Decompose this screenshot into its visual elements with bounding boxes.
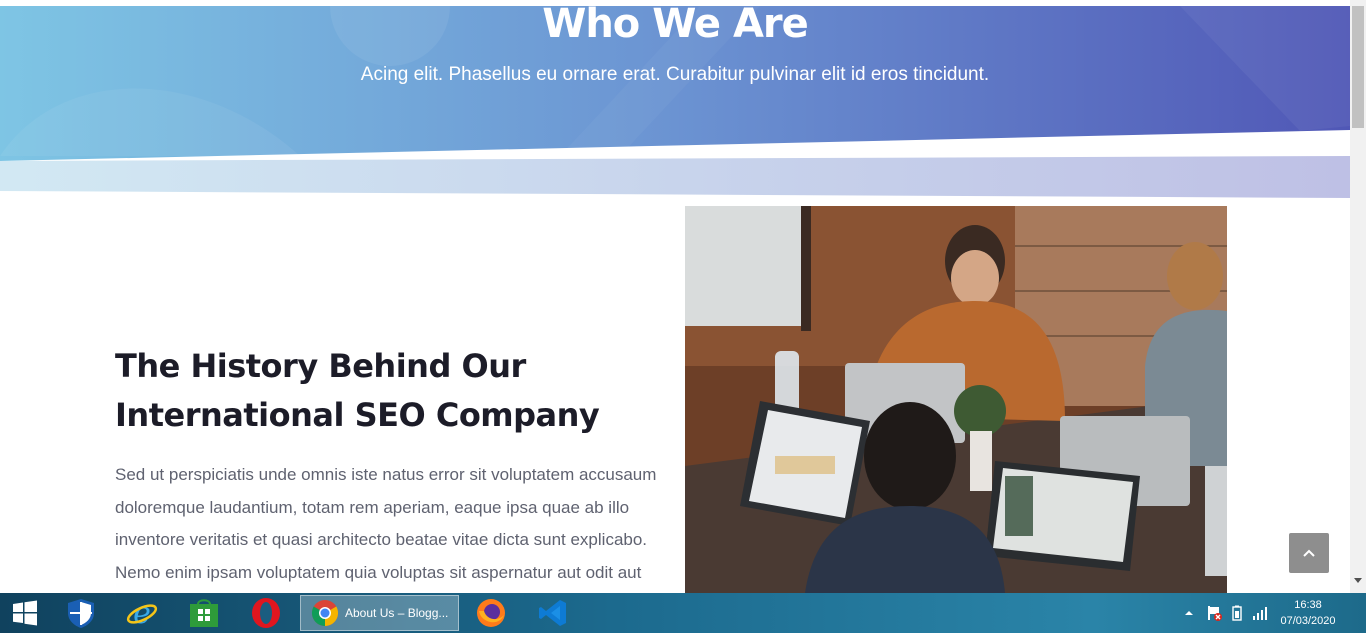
paragraph-line: doloremque laudantium, totam rem aperiam… <box>115 497 630 517</box>
taskbar-app-store[interactable] <box>180 593 228 633</box>
taskbar-app-ie[interactable]: e <box>118 593 166 633</box>
history-heading-line: International SEO Company <box>115 396 600 434</box>
show-hidden-icons-icon[interactable] <box>1184 608 1194 618</box>
paragraph-line: Nemo enim ipsam voluptatem quia voluptas… <box>115 562 642 582</box>
history-heading: The History Behind Our International SEO… <box>115 342 655 440</box>
svg-text:e: e <box>133 597 151 629</box>
start-button[interactable] <box>0 593 50 633</box>
page-top-edge <box>0 0 1350 6</box>
vscode-icon <box>539 600 566 626</box>
chrome-icon <box>311 600 339 627</box>
clock-time: 16:38 <box>1294 599 1322 611</box>
hero-banner: Who We Are Acing elit. Phasellus eu orna… <box>0 6 1350 206</box>
system-tray <box>1184 593 1268 633</box>
opera-icon <box>252 598 280 628</box>
defender-icon <box>68 599 94 628</box>
store-icon <box>190 599 218 627</box>
taskbar-app-vscode[interactable] <box>529 593 577 633</box>
clock-date: 07/03/2020 <box>1280 615 1336 627</box>
taskbar-app-opera[interactable] <box>242 593 290 633</box>
windows-taskbar: e About Us – Blogg... 16:38 07/03/2020 <box>0 593 1366 633</box>
history-heading-line: The History Behind Our <box>115 347 526 385</box>
scroll-down-arrow-icon[interactable] <box>1354 578 1362 583</box>
active-window-label: About Us – Blogg... <box>345 606 449 620</box>
scroll-to-top-button[interactable] <box>1289 533 1329 573</box>
hero-subtitle: Acing elit. Phasellus eu ornare erat. Cu… <box>360 64 990 85</box>
internet-explorer-icon: e <box>126 597 158 629</box>
start-icon <box>13 600 37 626</box>
paragraph-line: inventore veritatis et quasi architecto … <box>115 530 648 549</box>
taskbar-app-firefox[interactable] <box>467 593 515 633</box>
history-paragraph: Sed ut perspiciatis unde omnis iste natu… <box>115 459 663 589</box>
taskbar-app-chrome-active[interactable]: About Us – Blogg... <box>300 595 459 631</box>
team-photo-image <box>685 206 1227 593</box>
taskbar-clock[interactable]: 16:38 07/03/2020 <box>1280 597 1336 629</box>
action-center-flag-icon[interactable] <box>1206 605 1222 621</box>
chevron-up-icon <box>1303 549 1315 557</box>
scrollbar-thumb[interactable] <box>1352 6 1364 128</box>
hero-title: Who We Are <box>542 6 809 47</box>
taskbar-app-defender[interactable] <box>57 593 105 633</box>
battery-icon[interactable] <box>1232 605 1242 621</box>
browser-viewport: Who We Are Acing elit. Phasellus eu orna… <box>0 0 1366 593</box>
paragraph-line: Sed ut perspiciatis unde omnis iste natu… <box>115 465 657 484</box>
firefox-icon <box>477 599 505 627</box>
network-signal-icon[interactable] <box>1252 606 1268 620</box>
vertical-scrollbar[interactable] <box>1350 0 1366 593</box>
